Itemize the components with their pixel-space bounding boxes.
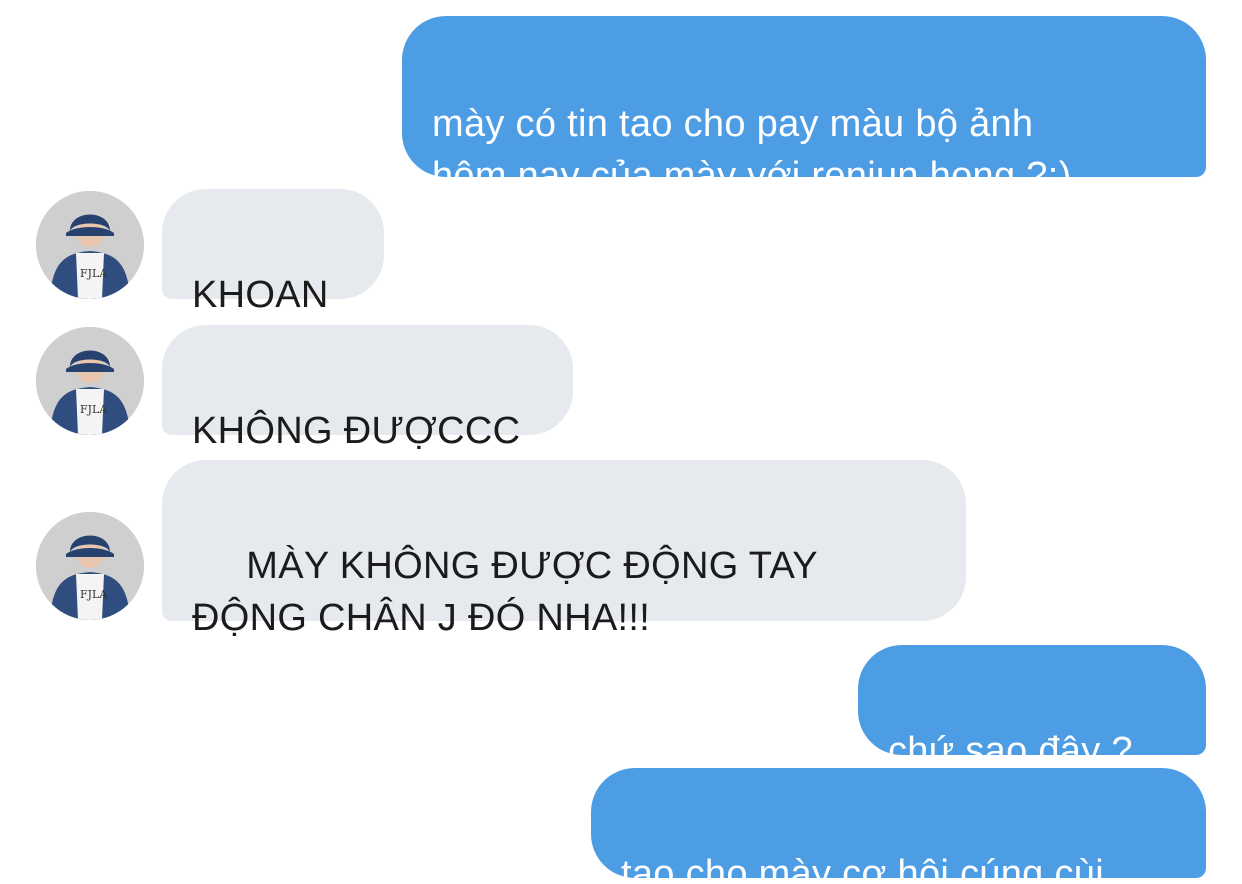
contact-avatar[interactable]: FJLA	[36, 191, 144, 299]
avatar-photo: FJLA	[36, 191, 144, 299]
message-text: chứ sao đây ?	[888, 730, 1133, 772]
avatar-shirt-text: FJLA	[80, 403, 108, 416]
incoming-message-bubble[interactable]: MÀY KHÔNG ĐƯỢC ĐỘNG TAY ĐỘNG CHÂN J ĐÓ N…	[162, 460, 966, 639]
avatar-shirt-text: FJLA	[80, 267, 108, 280]
message-text: KHÔNG ĐƯỢCCC	[192, 410, 521, 452]
avatar-photo: FJLA	[36, 327, 144, 435]
message-text: mày có tin tao cho pay màu bộ ảnh hôm na…	[432, 103, 1072, 197]
chat-thread: mày có tin tao cho pay màu bộ ảnh hôm na…	[0, 0, 1242, 884]
outgoing-message-bubble[interactable]: chứ sao đây ?	[858, 645, 1206, 772]
message-text: tao cho mày cơ hội cúng cùi	[621, 853, 1104, 884]
outgoing-message-bubble[interactable]: mày có tin tao cho pay màu bộ ảnh hôm na…	[402, 16, 1206, 197]
message-text: MÀY KHÔNG ĐƯỢC ĐỘNG TAY ĐỘNG CHÂN J ĐÓ N…	[192, 545, 818, 639]
outgoing-message-bubble[interactable]: tao cho mày cơ hội cúng cùi	[591, 768, 1206, 884]
avatar-shirt-text: FJLA	[80, 588, 108, 601]
contact-avatar[interactable]: FJLA	[36, 512, 144, 620]
message-text: KHOAN	[192, 274, 329, 316]
contact-avatar[interactable]: FJLA	[36, 327, 144, 435]
incoming-message-bubble[interactable]: KHOAN	[162, 189, 384, 316]
avatar-photo: FJLA	[36, 512, 144, 620]
incoming-message-bubble[interactable]: KHÔNG ĐƯỢCCC	[162, 325, 573, 452]
